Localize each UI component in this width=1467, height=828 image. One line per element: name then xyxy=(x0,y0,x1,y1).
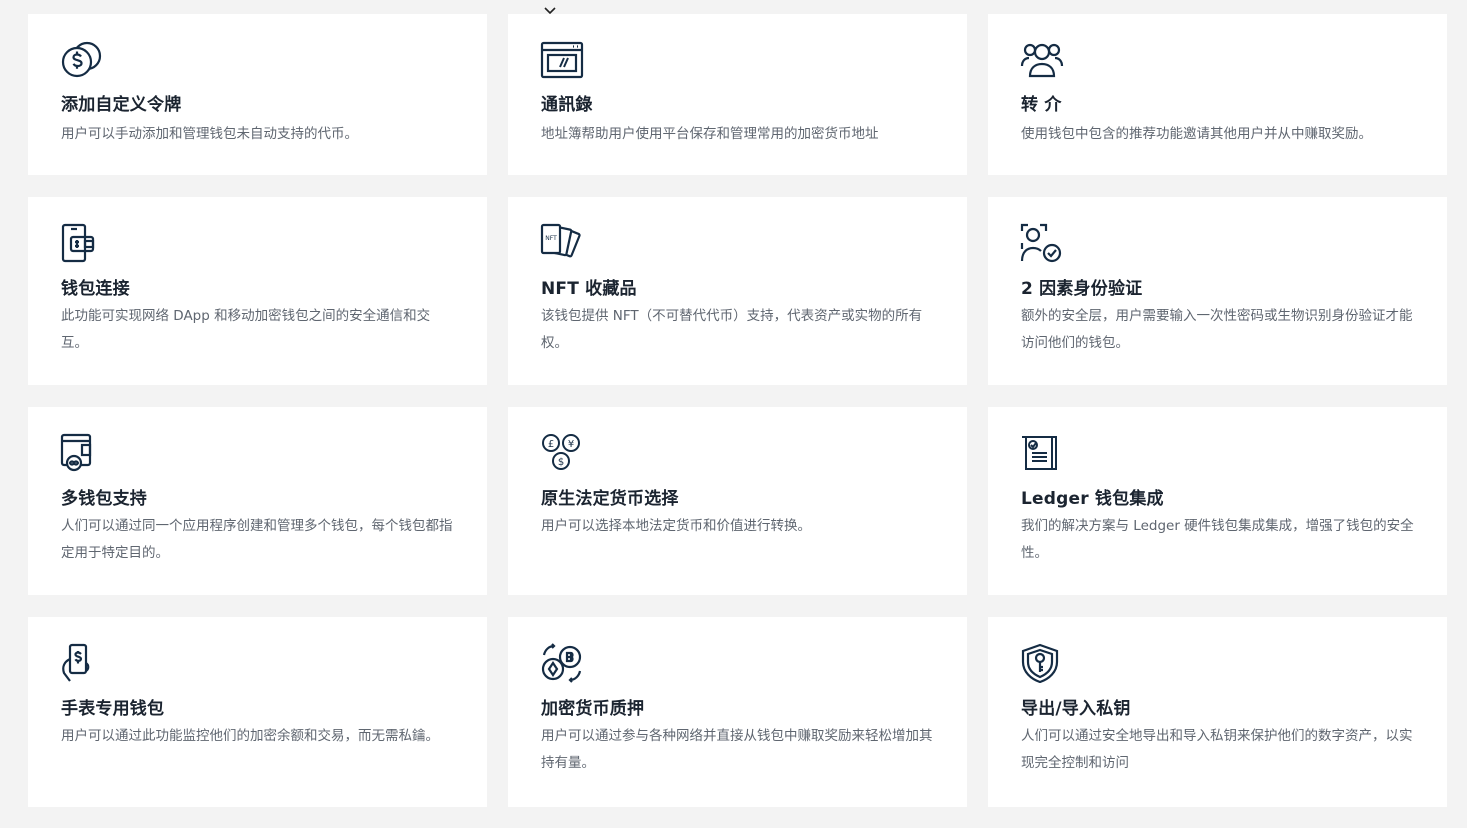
card-description: 该钱包提供 NFT（不可替代代币）支持，代表资产或实物的所有权。 xyxy=(541,308,923,351)
feature-card-referral: 转 介 使用钱包中包含的推荐功能邀请其他用户并从中赚取奖励。 xyxy=(988,14,1447,175)
users-group-icon xyxy=(1020,40,1064,80)
nft-cards-icon: NFT xyxy=(540,223,584,263)
address-book-window-icon xyxy=(540,40,584,80)
card-title: 原生法定货币选择 xyxy=(541,489,679,509)
ledger-document-icon xyxy=(1020,433,1064,473)
card-description: 用户可以选择本地法定货币和价值进行转换。 xyxy=(541,518,811,534)
feature-card-private-key: 导出/导入私钥 人们可以通过安全地导出和导入私钥来保护他们的数字资产，以实现完全… xyxy=(988,617,1447,807)
card-title: 导出/导入私钥 xyxy=(1021,699,1131,719)
phone-wallet-icon xyxy=(60,223,104,263)
feature-card-address-book: 通訊錄 地址簿帮助用户使用平台保存和管理常用的加密货币地址 xyxy=(508,14,967,175)
svg-text:NFT: NFT xyxy=(545,235,557,242)
feature-card-fiat: £ ¥ $ 原生法定货币选择 用户可以选择本地法定货币和价值进行转换。 xyxy=(508,407,967,595)
multi-wallet-icon xyxy=(60,433,104,473)
card-title: 通訊錄 xyxy=(541,95,593,115)
svg-text:£: £ xyxy=(548,439,554,450)
feature-card-wallet-connect: 钱包连接 此功能可实现网络 DApp 和移动加密钱包之间的安全通信和交互。 xyxy=(28,197,487,385)
card-description: 用户可以手动添加和管理钱包未自动支持的代币。 xyxy=(61,126,358,142)
watch-wallet-icon xyxy=(60,643,104,683)
card-description: 此功能可实现网络 DApp 和移动加密钱包之间的安全通信和交互。 xyxy=(61,308,431,351)
card-title: 钱包连接 xyxy=(61,279,130,299)
feature-card-watch-wallet: 手表专用钱包 用户可以通过此功能监控他们的加密余额和交易，而无需私鑰。 xyxy=(28,617,487,807)
svg-text:¥: ¥ xyxy=(568,439,574,450)
card-description: 地址簿帮助用户使用平台保存和管理常用的加密货币地址 xyxy=(541,126,879,142)
card-description: 额外的安全层，用户需要输入一次性密码或生物识别身份验证才能访问他们的钱包。 xyxy=(1021,308,1413,351)
card-description: 使用钱包中包含的推荐功能邀请其他用户并从中赚取奖励。 xyxy=(1021,126,1372,142)
feature-card-nft: NFT NFT 收藏品 该钱包提供 NFT（不可替代代币）支持，代表资产或实物的… xyxy=(508,197,967,385)
card-description: 人们可以通过同一个应用程序创建和管理多个钱包，每个钱包都指定用于特定目的。 xyxy=(61,518,453,561)
svg-text:$: $ xyxy=(558,457,564,468)
feature-card-staking: 加密货币质押 用户可以通过参与各种网络并直接从钱包中赚取奖励来轻松增加其持有量。 xyxy=(508,617,967,807)
card-description: 用户可以通过参与各种网络并直接从钱包中赚取奖励来轻松增加其持有量。 xyxy=(541,728,933,771)
feature-card-ledger: Ledger 钱包集成 我们的解决方案与 Ledger 硬件钱包集成集成，增强了… xyxy=(988,407,1447,595)
feature-card-multi-wallet: 多钱包支持 人们可以通过同一个应用程序创建和管理多个钱包，每个钱包都指定用于特定… xyxy=(28,407,487,595)
fiat-currencies-icon: £ ¥ $ xyxy=(540,433,584,473)
card-description: 用户可以通过此功能监控他们的加密余额和交易，而无需私鑰。 xyxy=(61,728,439,744)
user-verified-icon xyxy=(1020,223,1064,263)
card-description: 我们的解决方案与 Ledger 硬件钱包集成集成，增强了钱包的安全性。 xyxy=(1021,518,1414,561)
card-title: 2 因素身份验证 xyxy=(1021,279,1143,299)
coins-dollar-icon xyxy=(60,40,104,80)
card-title: Ledger 钱包集成 xyxy=(1021,489,1164,509)
card-title: 多钱包支持 xyxy=(61,489,147,509)
shield-key-icon xyxy=(1020,643,1064,683)
card-title: 转 介 xyxy=(1021,95,1062,115)
card-title: 手表专用钱包 xyxy=(61,699,165,719)
card-title: 加密货币质押 xyxy=(541,699,645,719)
feature-card-custom-token: 添加自定义令牌 用户可以手动添加和管理钱包未自动支持的代币。 xyxy=(28,14,487,175)
crypto-staking-icon xyxy=(540,643,584,683)
card-description: 人们可以通过安全地导出和导入私钥来保护他们的数字资产，以实现完全控制和访问 xyxy=(1021,728,1413,771)
features-grid: 添加自定义令牌 用户可以手动添加和管理钱包未自动支持的代币。 通訊錄 地址簿帮助… xyxy=(28,14,1447,807)
feature-card-2fa: 2 因素身份验证 额外的安全层，用户需要输入一次性密码或生物识别身份验证才能访问… xyxy=(988,197,1447,385)
card-title: NFT 收藏品 xyxy=(541,279,637,299)
card-title: 添加自定义令牌 xyxy=(61,95,182,115)
